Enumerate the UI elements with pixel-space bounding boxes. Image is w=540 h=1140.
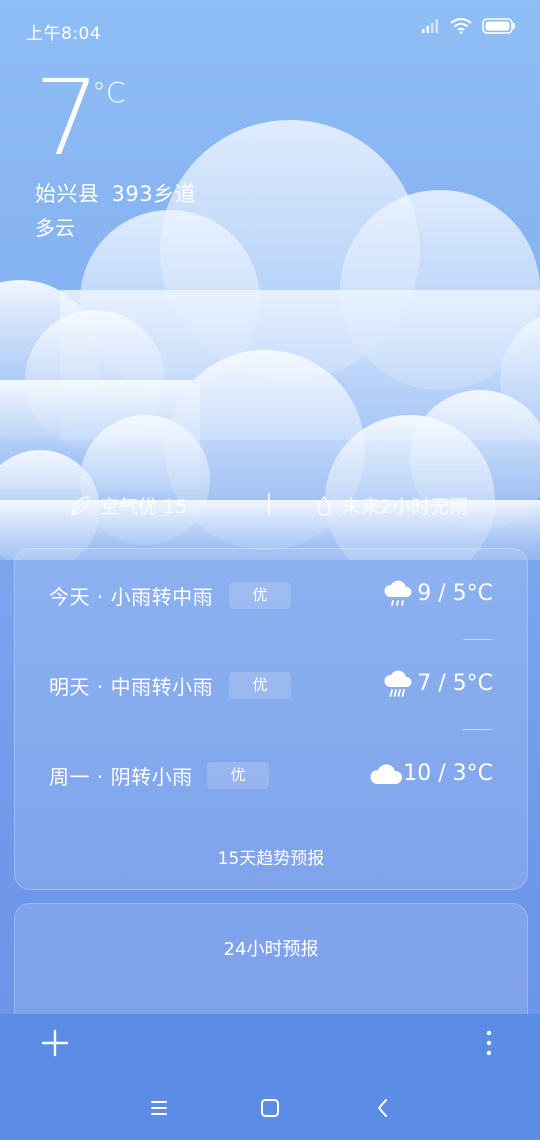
forecast-day-label: 周一 · 阴转小雨: [49, 765, 193, 789]
bottom-toolbar: [0, 1014, 540, 1140]
forecast-day-label: 明天 · 中雨转小雨: [49, 675, 214, 699]
more-vertical-icon[interactable]: [476, 1028, 502, 1058]
menu-icon[interactable]: [147, 1096, 171, 1120]
current-temperature: 7 °C: [34, 57, 126, 179]
signal-icon: [422, 19, 438, 33]
location-county: 始兴县: [35, 182, 100, 206]
row-separator: [463, 729, 493, 730]
home-icon[interactable]: [258, 1096, 282, 1120]
location[interactable]: 始兴县 393乡道: [35, 178, 208, 208]
air-quality-badge: 优: [207, 762, 269, 789]
weather-screen: 上午8:04 7 °C 始兴县 393乡道 多云 空气优 15 未来2小时无雨 …: [0, 0, 540, 1140]
forecast-temperature: 9 / 5°C: [417, 581, 493, 606]
moderate-rain-icon: [384, 670, 412, 697]
trend-forecast-button[interactable]: 15天趋势预报: [15, 844, 527, 869]
air-quality-label: 空气优 15: [100, 496, 188, 518]
air-quality-badge: 优: [229, 672, 291, 699]
air-quality[interactable]: 空气优 15: [70, 492, 187, 519]
light-rain-icon: [384, 580, 412, 606]
rain-forecast-label: 未来2小时无雨: [342, 496, 469, 518]
location-road: 393乡道: [111, 182, 197, 206]
info-row: 空气优 15 未来2小时无雨: [0, 490, 540, 522]
wifi-icon: [450, 18, 472, 34]
back-icon[interactable]: [371, 1096, 395, 1120]
forecast-temperature: 10 / 3°C: [403, 761, 493, 786]
forecast-day-label: 今天 · 小雨转中雨: [49, 585, 214, 609]
forecast-row-monday[interactable]: 周一 · 阴转小雨 优 10 / 3°C: [15, 750, 527, 800]
temperature-value: 7: [34, 57, 100, 179]
forecast-row-tomorrow[interactable]: 明天 · 中雨转小雨 优 7 / 5°C: [15, 660, 527, 710]
daily-forecast-card: 今天 · 小雨转中雨 优 9 / 5°C 明天 · 中雨转小雨 优 7 / 5°…: [14, 548, 528, 890]
raindrop-icon: [317, 495, 331, 516]
status-icons: [422, 18, 516, 34]
cloudy-icon: [370, 764, 403, 784]
plus-icon[interactable]: [40, 1028, 70, 1058]
forecast-row-today[interactable]: 今天 · 小雨转中雨 优 9 / 5°C: [15, 570, 527, 620]
row-separator: [463, 639, 493, 640]
info-divider: [268, 493, 270, 515]
air-quality-badge: 优: [229, 582, 291, 609]
status-time: 上午8:04: [26, 24, 102, 44]
current-condition: 多云: [35, 216, 75, 240]
system-navigation-bar: [0, 1084, 540, 1130]
leaf-icon: [70, 495, 89, 517]
rain-forecast[interactable]: 未来2小时无雨: [316, 492, 468, 519]
hourly-forecast-title: 24小时预报: [223, 939, 319, 960]
status-bar: 上午8:04: [0, 0, 540, 60]
forecast-temperature: 7 / 5°C: [417, 671, 493, 696]
battery-icon: [482, 18, 515, 34]
temperature-unit: °C: [92, 76, 126, 109]
